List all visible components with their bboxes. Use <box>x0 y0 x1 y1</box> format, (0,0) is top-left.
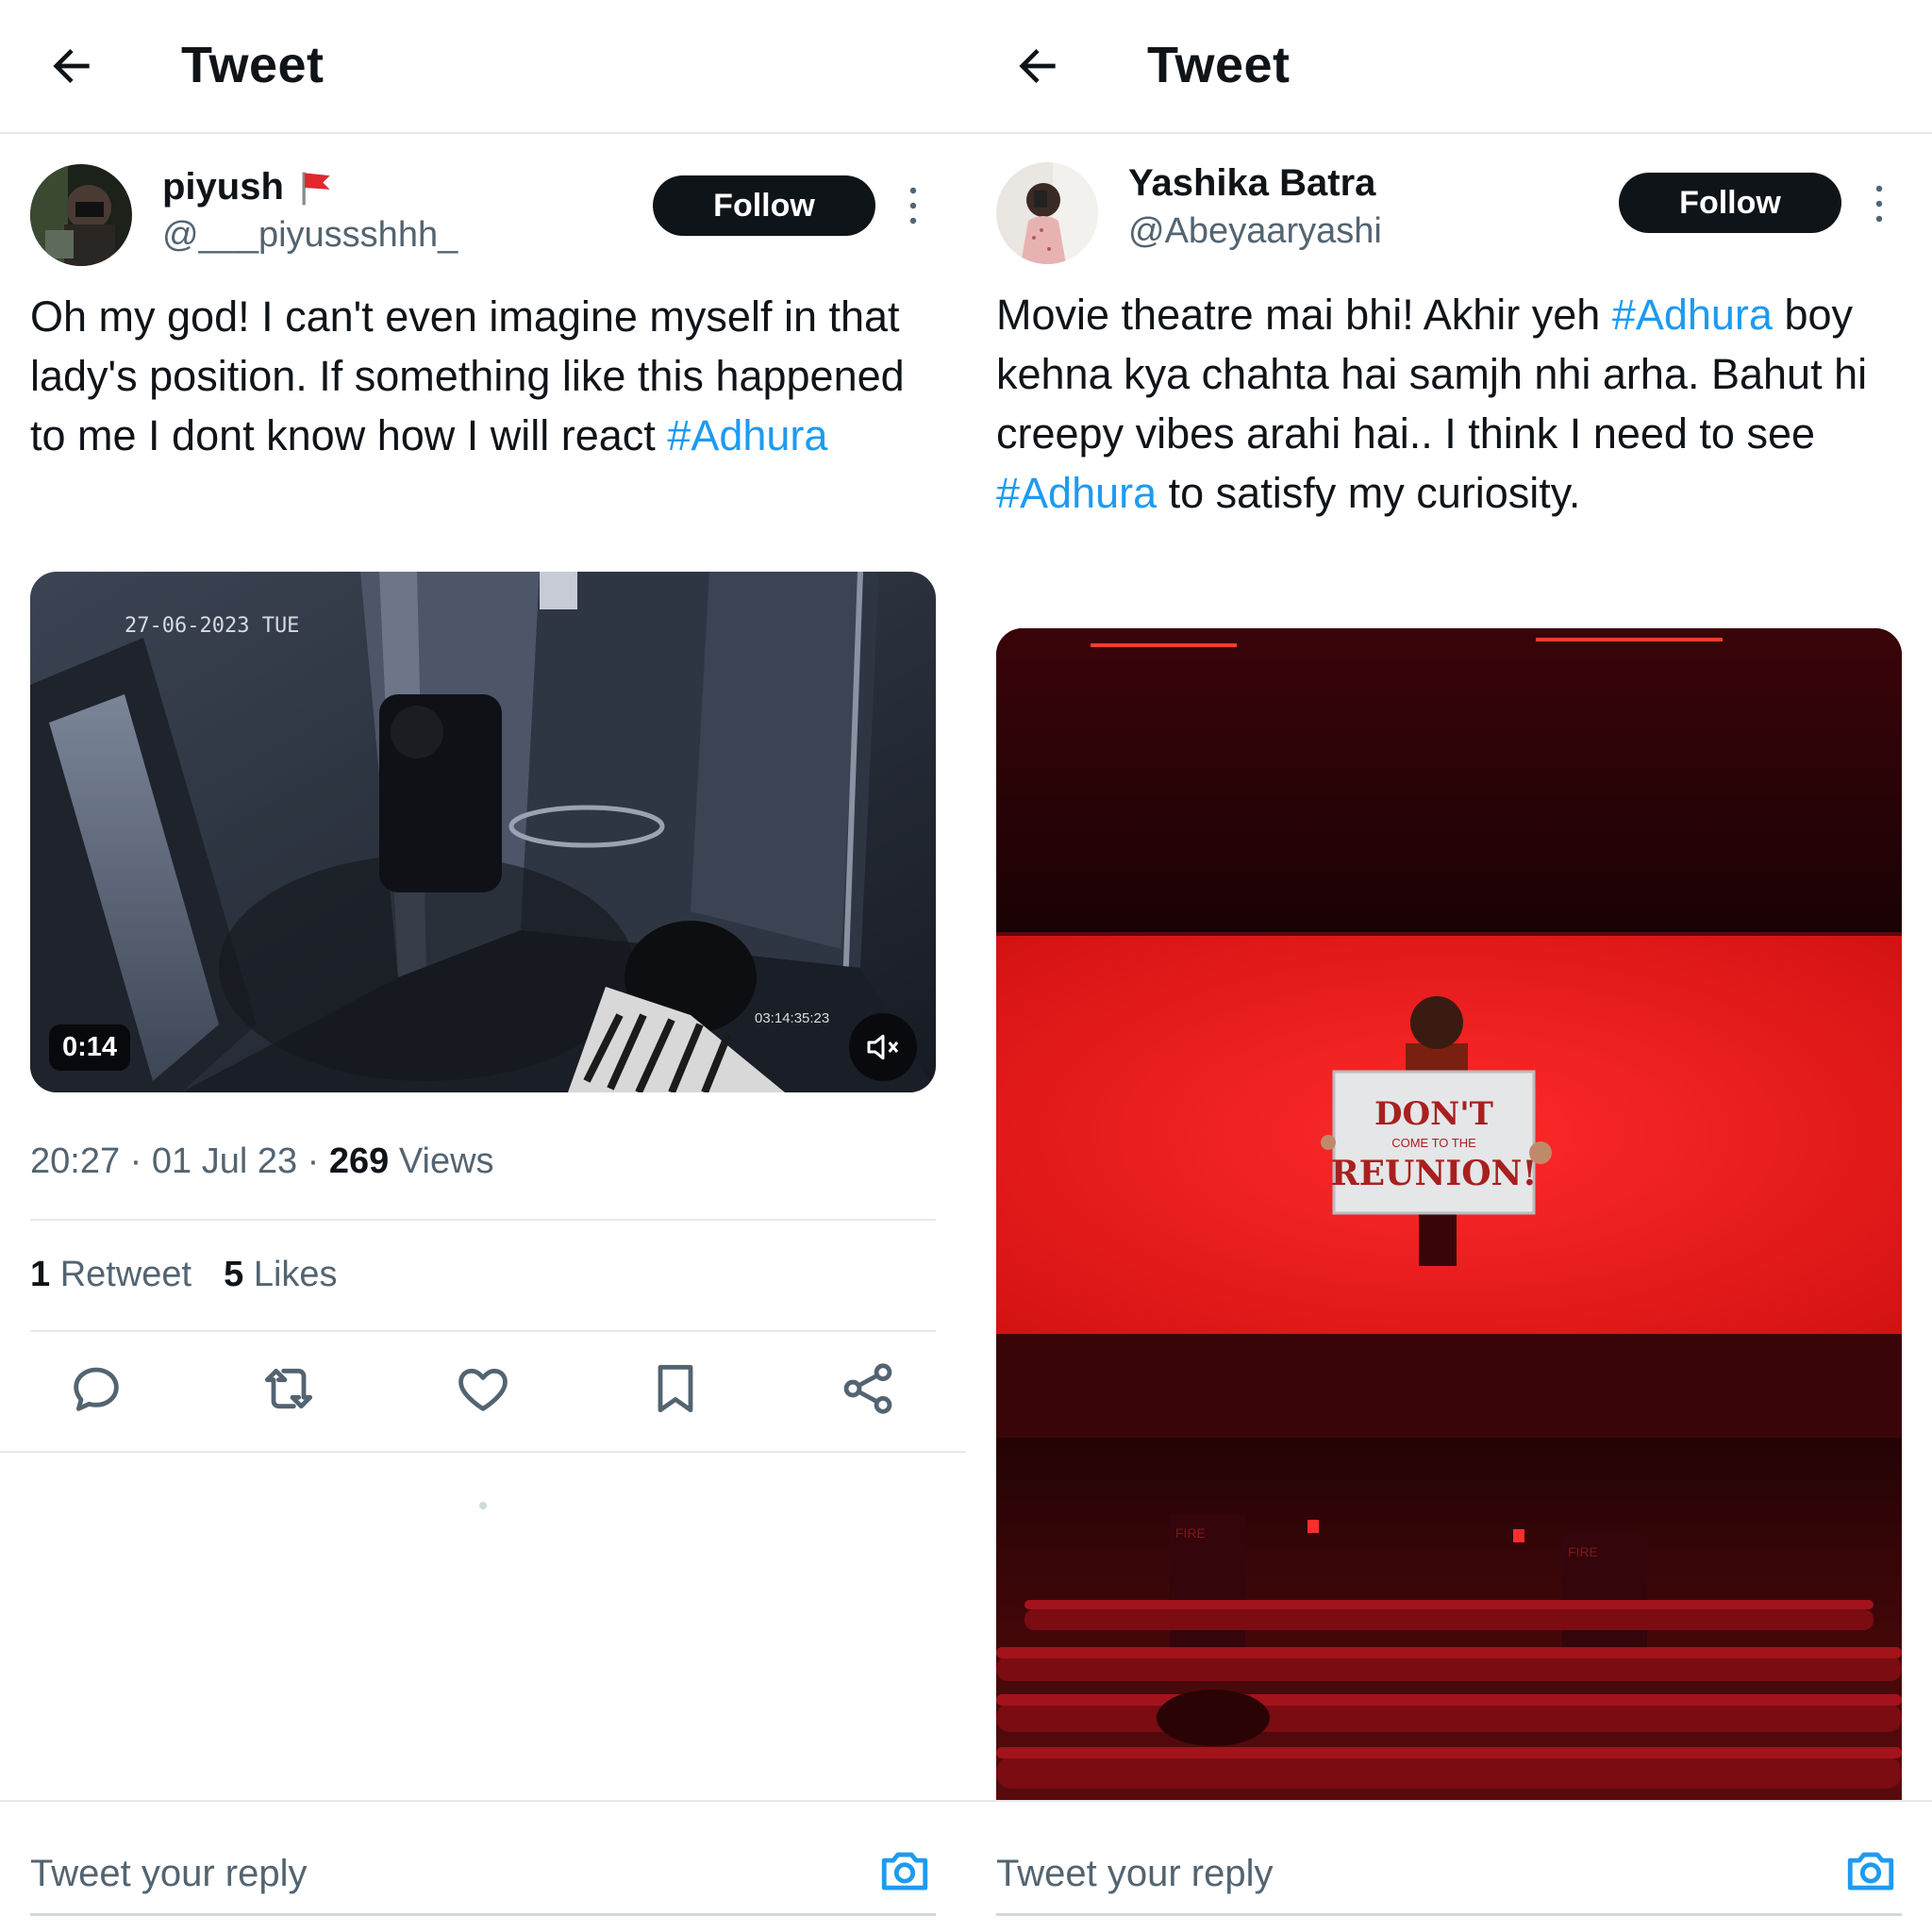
likes-label: Likes <box>253 1255 338 1294</box>
reply-bar <box>966 1800 1932 1932</box>
tweet-image[interactable]: DON'T COME TO THE REUNION! FIRE FIRE <box>996 628 1902 1800</box>
cctv-date-overlay: 27-06-2023 TUE <box>125 614 299 638</box>
views-count: 269 <box>328 1141 390 1181</box>
page-title: Tweet <box>181 37 325 93</box>
display-name[interactable]: piyush <box>162 166 284 208</box>
likes-count: 5 <box>224 1255 244 1294</box>
views-label: Views <box>398 1141 494 1181</box>
tweet-panel-right: Tweet Yashika Batra @Abeyaaryashi Follow… <box>966 0 1932 1932</box>
tweet-actions <box>0 1358 966 1428</box>
camera-icon[interactable] <box>1843 1843 1898 1898</box>
author-name-row: piyush <box>162 166 337 208</box>
top-bar: Tweet <box>0 0 966 134</box>
hashtag-link[interactable]: #Adhura <box>667 411 827 459</box>
retweets-stat[interactable]: 1 Retweet <box>30 1255 192 1295</box>
tweet-panel-left: Tweet piyush @___piyussshhh_ Follow Oh m… <box>0 0 966 1932</box>
follow-button[interactable]: Follow <box>653 175 875 236</box>
bookmark-icon <box>658 1364 693 1413</box>
sign-line-2: COME TO THE <box>1391 1136 1476 1150</box>
page-title: Tweet <box>1147 37 1291 93</box>
avatar[interactable] <box>996 162 1098 264</box>
camera-icon[interactable] <box>877 1843 932 1898</box>
arrow-left-icon[interactable] <box>45 40 98 92</box>
tweet-meta: 20:27 · 01 Jul 23 · 269 Views <box>30 1141 494 1182</box>
cctv-time-overlay: 03:14:35:23 <box>755 1010 829 1026</box>
tweet-text: Oh my god! I can't even imagine myself i… <box>30 287 936 465</box>
more-options-icon[interactable] <box>906 185 921 226</box>
divider <box>30 1330 936 1332</box>
user-handle[interactable]: @Abeyaaryashi <box>1128 211 1382 252</box>
cctv-video-frame: 27-06-2023 TUE 03:14:35:23 <box>30 572 936 1092</box>
share-button[interactable] <box>838 1358 898 1419</box>
avatar[interactable] <box>30 164 132 266</box>
share-icon <box>843 1363 892 1414</box>
follow-button[interactable]: Follow <box>1619 173 1841 233</box>
retweet-button[interactable] <box>258 1358 319 1419</box>
reply-button[interactable] <box>66 1358 126 1419</box>
fire-exit-text: FIRE <box>1568 1544 1598 1559</box>
divider <box>30 1219 936 1221</box>
retweets-count: 1 <box>30 1255 51 1294</box>
top-bar: Tweet <box>966 0 1932 134</box>
retweet-icon <box>264 1368 313 1409</box>
meta-separator: · <box>129 1141 142 1181</box>
reply-input[interactable] <box>30 1845 823 1902</box>
red-flag-icon <box>302 172 330 205</box>
loading-dot <box>479 1502 487 1509</box>
reply-underline <box>996 1913 1902 1916</box>
speaker-muted-icon <box>867 1034 899 1060</box>
mute-button[interactable] <box>849 1013 917 1081</box>
sign-line-1: DON'T <box>1374 1095 1493 1133</box>
like-button[interactable] <box>453 1358 513 1419</box>
display-name[interactable]: Yashika Batra <box>1128 162 1375 205</box>
tweet-text-body: Movie theatre mai bhi! Akhir yeh <box>996 291 1612 339</box>
hashtag-link[interactable]: #Adhura <box>996 469 1157 517</box>
video-player[interactable]: 27-06-2023 TUE 03:14:35:23 <box>30 572 936 1092</box>
author-name-row: Yashika Batra <box>1128 162 1375 205</box>
reply-icon <box>74 1367 119 1411</box>
more-options-icon[interactable] <box>1872 183 1887 225</box>
theatre-image: DON'T COME TO THE REUNION! FIRE FIRE <box>996 628 1902 1800</box>
like-icon <box>458 1368 508 1411</box>
video-duration: 0:14 <box>49 1024 131 1071</box>
tweet-date[interactable]: 01 Jul 23 <box>152 1141 297 1181</box>
hashtag-link[interactable]: #Adhura <box>1612 291 1773 339</box>
divider <box>0 1451 966 1453</box>
tweet-text: Movie theatre mai bhi! Akhir yeh #Adhura… <box>996 285 1902 523</box>
meta-separator: · <box>307 1141 320 1181</box>
reply-bar <box>0 1800 966 1932</box>
retweets-label: Retweet <box>59 1255 192 1294</box>
fire-exit-text: FIRE <box>1175 1525 1206 1541</box>
sign-line-3: REUNION! <box>1331 1154 1538 1193</box>
engagement-stats: 1 Retweet 5 Likes <box>30 1255 338 1295</box>
reply-underline <box>30 1913 936 1916</box>
tweet-time[interactable]: 20:27 <box>30 1141 120 1181</box>
bookmark-button[interactable] <box>645 1358 706 1419</box>
arrow-left-icon[interactable] <box>1011 40 1064 92</box>
reply-input[interactable] <box>996 1845 1789 1902</box>
tweet-text-body: to satisfy my curiosity. <box>1157 469 1581 517</box>
likes-stat[interactable]: 5 Likes <box>224 1255 337 1295</box>
user-handle[interactable]: @___piyussshhh_ <box>162 215 458 256</box>
